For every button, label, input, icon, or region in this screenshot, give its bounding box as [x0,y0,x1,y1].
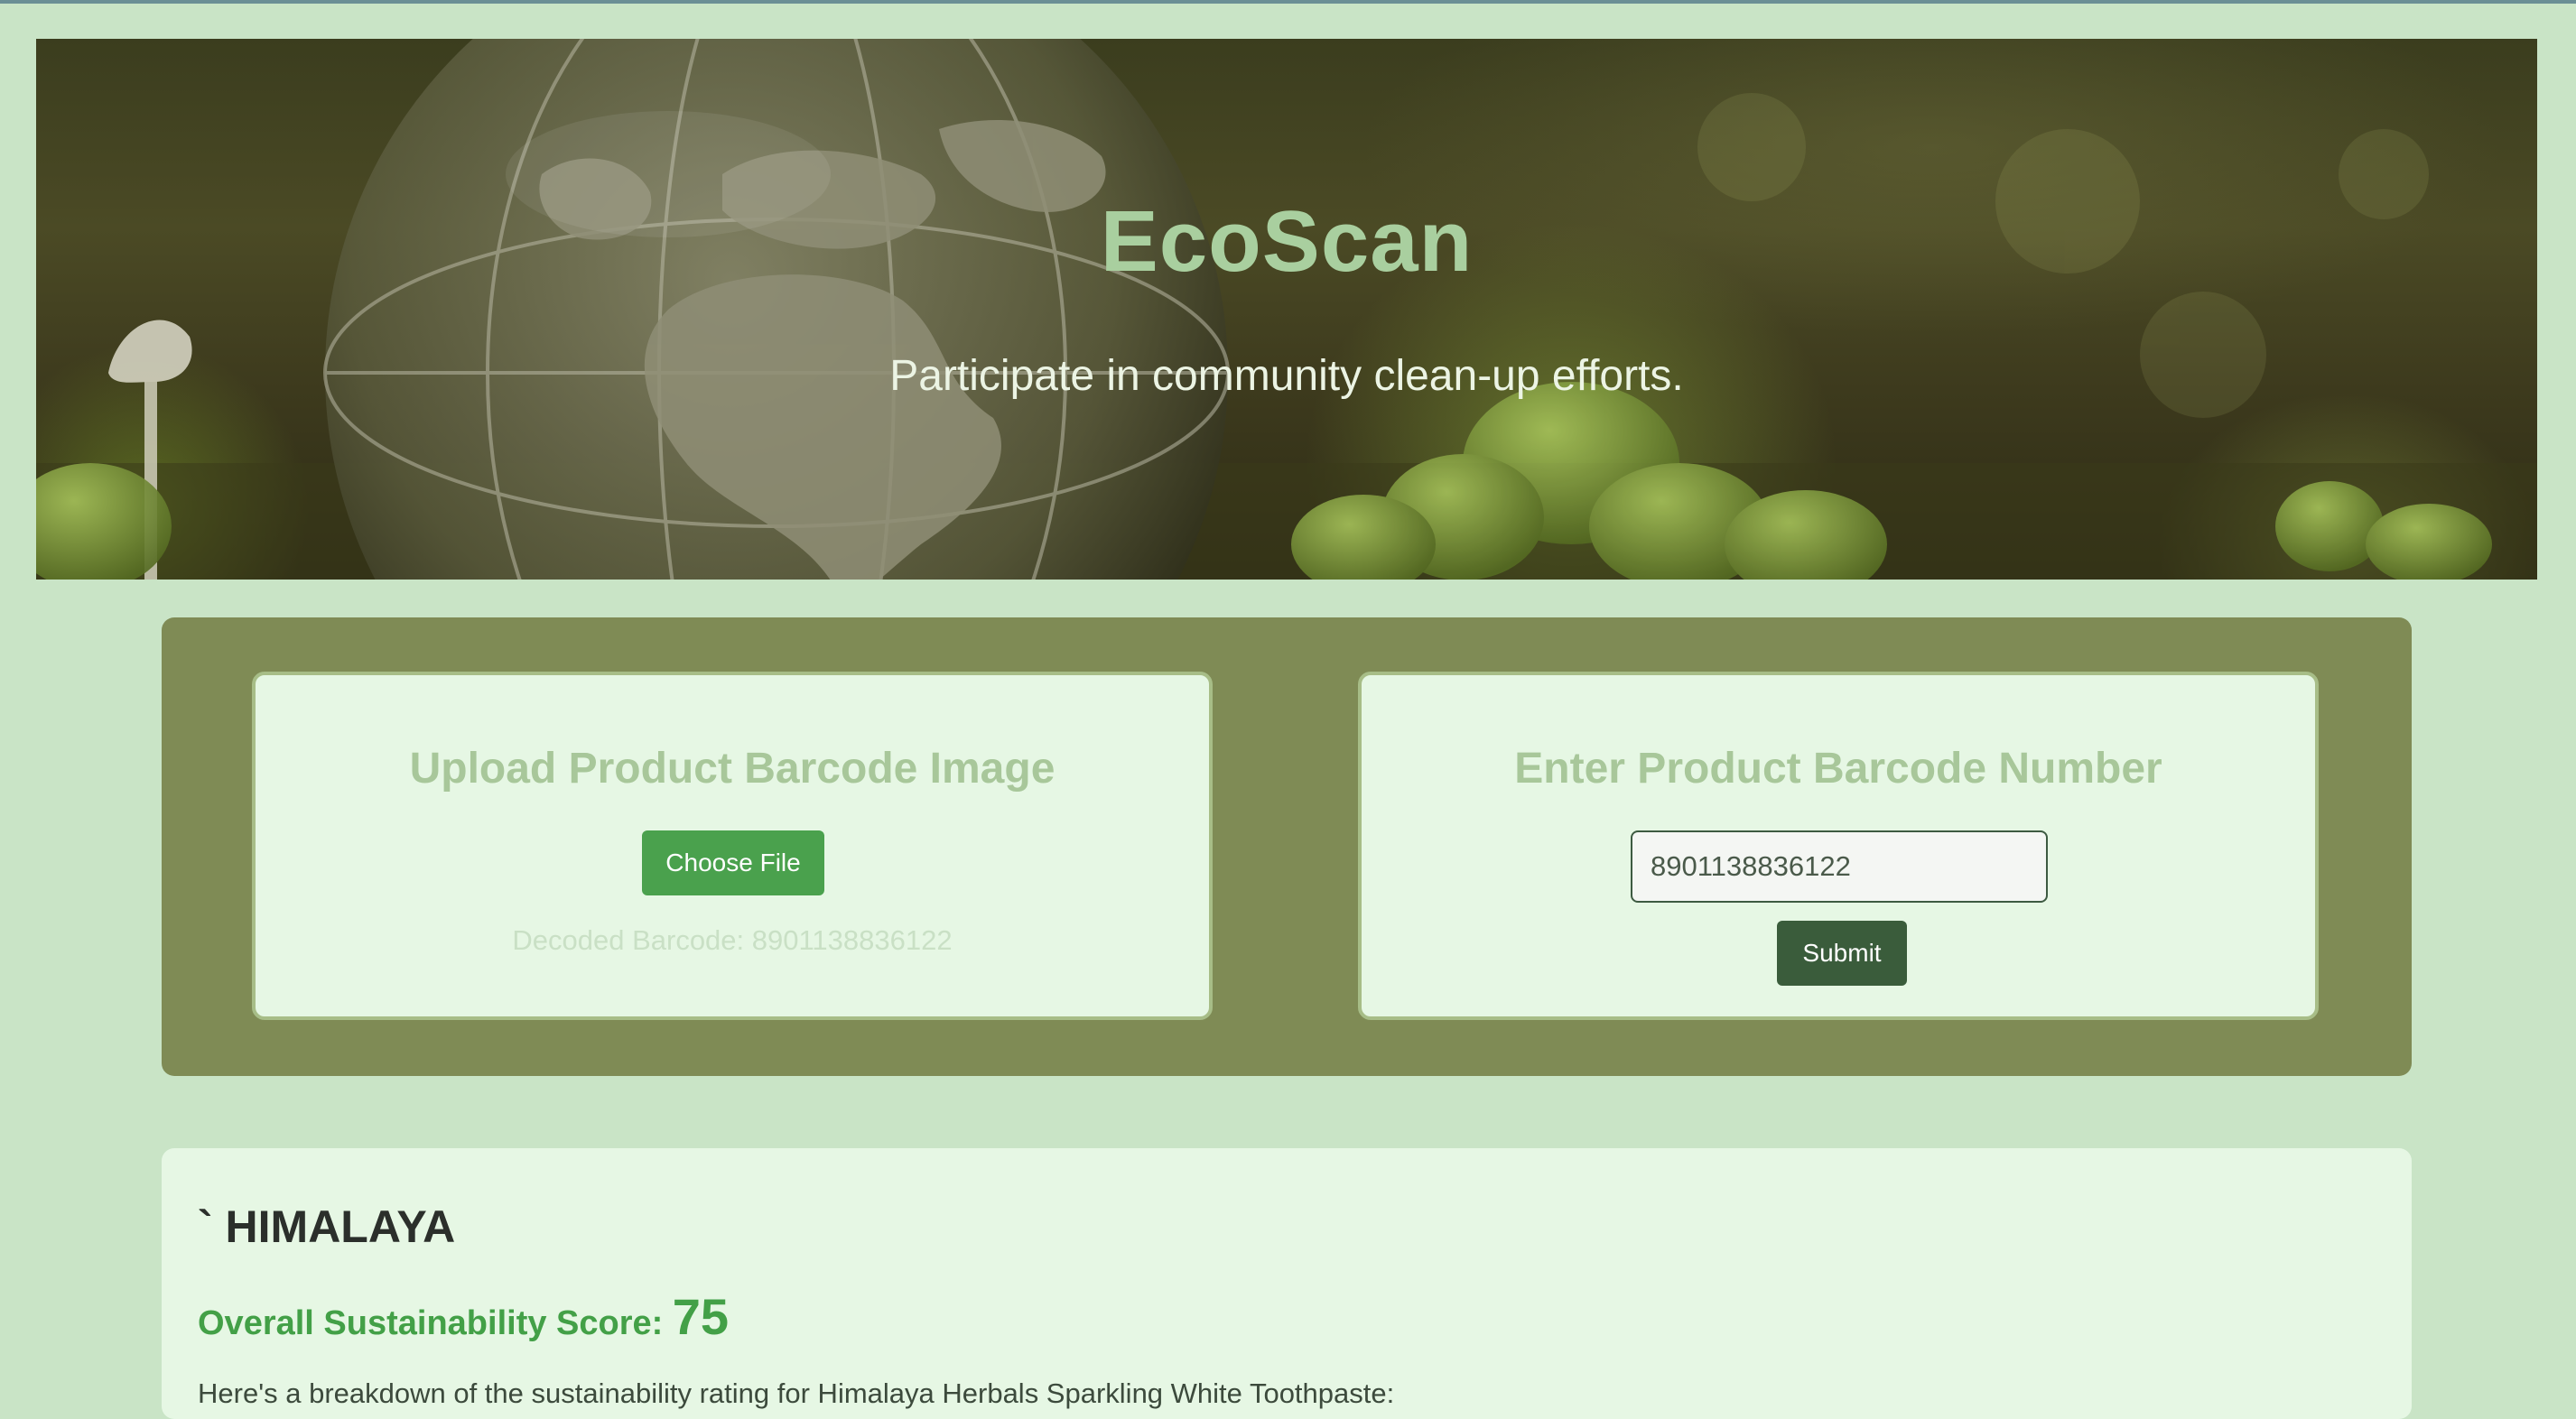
decoded-barcode-text: Decoded Barcode: 8901138836122 [512,924,953,956]
site-title: EcoScan [1100,193,1474,290]
crystal-globe-on-moss-image [36,39,2537,580]
barcode-input-panel: Upload Product Barcode Image Choose File… [162,617,2412,1076]
upload-barcode-card: Upload Product Barcode Image Choose File… [252,672,1213,1020]
enter-barcode-card: Enter Product Barcode Number Submit [1358,672,2319,1020]
browser-top-border [0,0,2576,4]
sustainability-score-row: Overall Sustainability Score: 75 [198,1287,729,1346]
barcode-number-input[interactable] [1631,830,2048,903]
score-label: Overall Sustainability Score: [198,1304,664,1342]
submit-button[interactable]: Submit [1777,921,1907,986]
breakdown-intro-text: Here's a breakdown of the sustainability… [198,1377,1395,1409]
product-brand-heading: ` HIMALAYA [198,1201,456,1252]
score-value: 75 [672,1288,730,1345]
hero-banner: EcoScan Participate in community clean-u… [36,39,2537,580]
sustainability-result-card: ` HIMALAYA Overall Sustainability Score:… [162,1148,2412,1419]
choose-file-button[interactable]: Choose File [642,830,824,895]
hero-subtitle: Participate in community clean-up effort… [889,352,1684,400]
enter-card-title: Enter Product Barcode Number [1514,745,2162,793]
upload-card-title: Upload Product Barcode Image [409,745,1056,793]
